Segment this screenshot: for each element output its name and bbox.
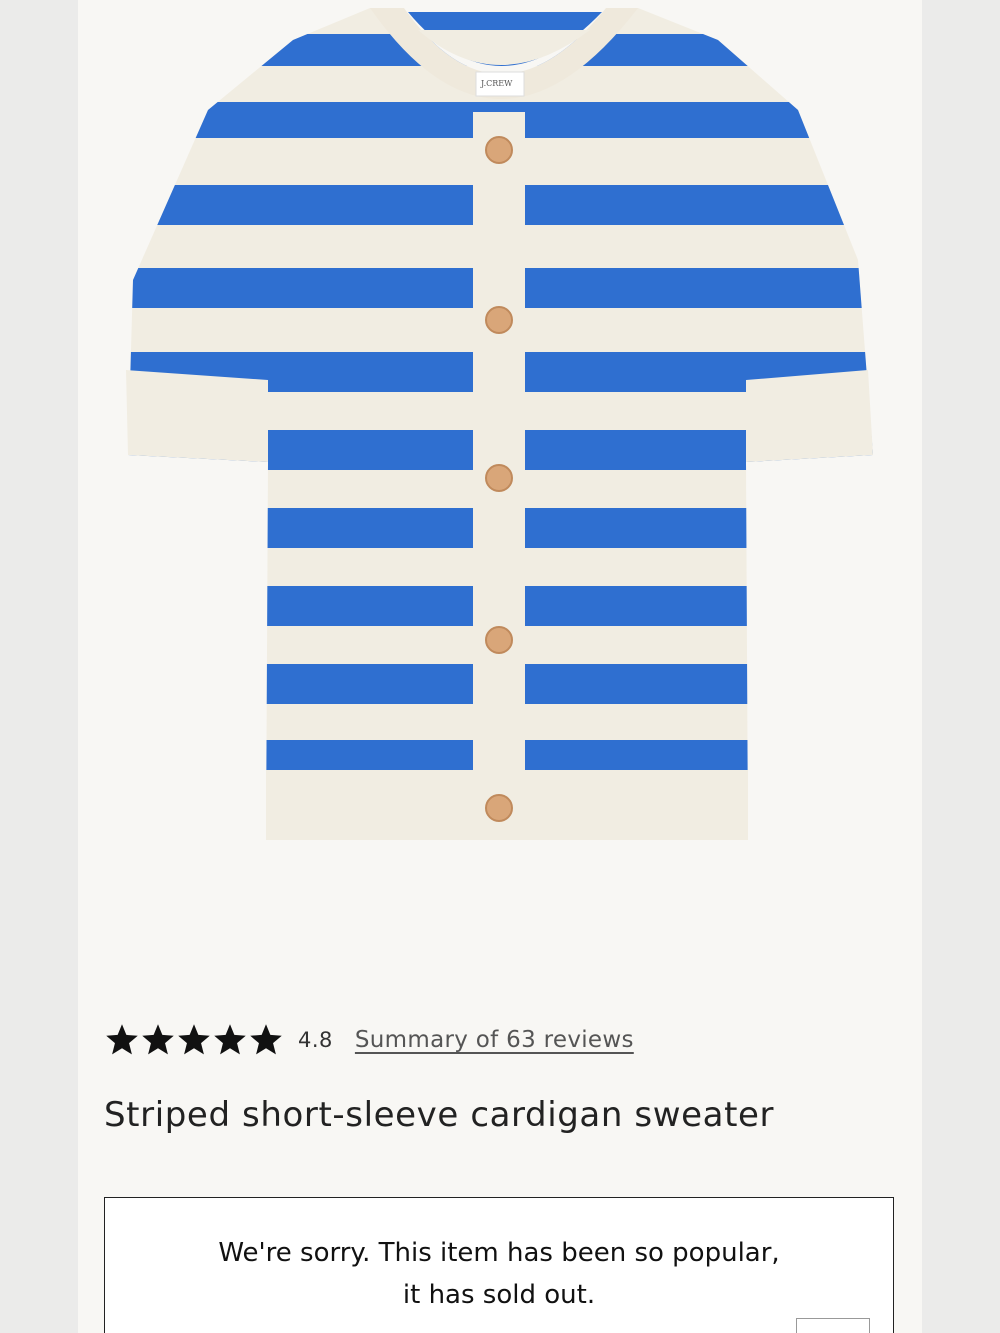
sold-out-message-line2: it has sold out. — [402, 1280, 596, 1310]
star-rating — [104, 1022, 284, 1058]
product-page: J.CREW 4.8 Summary of 63 reviews Striped… — [78, 0, 922, 1333]
star-icon — [178, 1024, 210, 1055]
product-title: Striped short-sleeve cardigan sweater — [104, 1095, 775, 1135]
star-icon — [214, 1024, 246, 1055]
rating-row: 4.8 Summary of 63 reviews — [104, 1020, 634, 1060]
reviews-summary-link[interactable]: Summary of 63 reviews — [355, 1027, 634, 1053]
star-icon — [250, 1024, 282, 1055]
brand-label-text: J.CREW — [481, 79, 513, 88]
floating-tab[interactable] — [796, 1318, 870, 1333]
sold-out-message-line1: We're sorry. This item has been so popul… — [218, 1238, 780, 1268]
cardigan-illustration — [126, 8, 873, 840]
sold-out-notice: We're sorry. This item has been so popul… — [104, 1197, 894, 1333]
rating-value: 4.8 — [298, 1028, 333, 1052]
product-image[interactable]: J.CREW — [78, 0, 922, 930]
star-icon — [142, 1024, 174, 1055]
star-icon — [106, 1024, 138, 1055]
